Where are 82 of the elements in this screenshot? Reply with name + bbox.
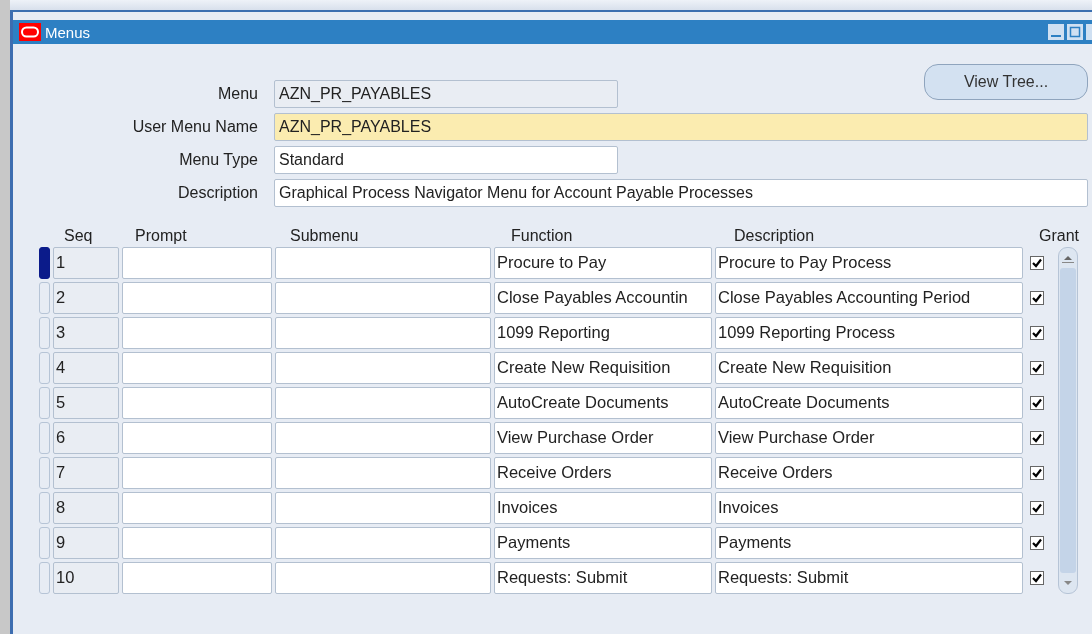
seq-cell[interactable]: 7: [53, 457, 119, 489]
function-cell[interactable]: 1099 Reporting: [494, 317, 712, 349]
grant-checkbox[interactable]: [1030, 536, 1044, 550]
function-cell[interactable]: Procure to Pay: [494, 247, 712, 279]
description-cell[interactable]: Receive Orders: [715, 457, 1023, 489]
grant-checkbox[interactable]: [1030, 571, 1044, 585]
function-cell[interactable]: Invoices: [494, 492, 712, 524]
app-logo-icon: [19, 23, 41, 41]
prompt-cell[interactable]: [122, 282, 272, 314]
text-field[interactable]: Standard: [274, 146, 618, 174]
prompt-cell[interactable]: [122, 422, 272, 454]
description-cell[interactable]: Requests: Submit: [715, 562, 1023, 594]
prompt-cell[interactable]: [122, 352, 272, 384]
submenu-cell[interactable]: [275, 387, 491, 419]
grant-checkbox[interactable]: [1030, 256, 1044, 270]
scroll-thumb[interactable]: [1060, 268, 1076, 573]
column-header: Prompt: [134, 227, 188, 245]
grant-checkbox[interactable]: [1030, 326, 1044, 340]
column-header: Seq: [63, 227, 94, 245]
field-label: User Menu Name: [131, 118, 258, 136]
submenu-cell[interactable]: [275, 562, 491, 594]
grant-checkbox[interactable]: [1030, 466, 1044, 480]
function-cell[interactable]: Create New Requisition: [494, 352, 712, 384]
view-tree-button[interactable]: View Tree...: [924, 64, 1088, 100]
column-header: Description: [733, 227, 816, 245]
seq-cell[interactable]: 4: [53, 352, 119, 384]
function-cell[interactable]: Requests: Submit: [494, 562, 712, 594]
prompt-cell[interactable]: [122, 562, 272, 594]
grant-checkbox[interactable]: [1030, 501, 1044, 515]
text-field[interactable]: AZN_PR_PAYABLES: [274, 80, 618, 108]
scrollbar[interactable]: [1058, 247, 1078, 594]
function-cell[interactable]: Receive Orders: [494, 457, 712, 489]
maximize-icon[interactable]: [1067, 24, 1083, 40]
grant-checkbox[interactable]: [1030, 431, 1044, 445]
function-cell[interactable]: Payments: [494, 527, 712, 559]
submenu-cell[interactable]: [275, 247, 491, 279]
prompt-cell[interactable]: [122, 492, 272, 524]
seq-cell[interactable]: 10: [53, 562, 119, 594]
prompt-cell[interactable]: [122, 457, 272, 489]
description-cell[interactable]: Payments: [715, 527, 1023, 559]
seq-cell[interactable]: 2: [53, 282, 119, 314]
prompt-cell[interactable]: [122, 527, 272, 559]
submenu-cell[interactable]: [275, 422, 491, 454]
seq-cell[interactable]: 1: [53, 247, 119, 279]
grant-checkbox[interactable]: [1030, 396, 1044, 410]
record-indicator[interactable]: [39, 247, 50, 279]
seq-cell[interactable]: 6: [53, 422, 119, 454]
seq-cell[interactable]: 8: [53, 492, 119, 524]
window-title: Menus: [45, 23, 92, 41]
field-label: Menu Type: [178, 151, 258, 169]
field-label: Description: [176, 184, 258, 202]
prompt-cell[interactable]: [122, 317, 272, 349]
column-header: Function: [510, 227, 574, 245]
minimize-icon[interactable]: [1048, 24, 1064, 40]
scroll-up-icon[interactable]: [1061, 254, 1075, 264]
seq-cell[interactable]: 3: [53, 317, 119, 349]
submenu-cell[interactable]: [275, 527, 491, 559]
seq-cell[interactable]: 9: [53, 527, 119, 559]
grant-checkbox[interactable]: [1030, 291, 1044, 305]
submenu-cell[interactable]: [275, 352, 491, 384]
column-header: Submenu: [289, 227, 360, 245]
function-cell[interactable]: AutoCreate Documents: [494, 387, 712, 419]
function-cell[interactable]: View Purchase Order: [494, 422, 712, 454]
description-cell[interactable]: Invoices: [715, 492, 1023, 524]
function-cell[interactable]: Close Payables Accountin: [494, 282, 712, 314]
submenu-cell[interactable]: [275, 492, 491, 524]
description-cell[interactable]: Create New Requisition: [715, 352, 1023, 384]
field-label: Menu: [216, 85, 258, 103]
prompt-cell[interactable]: [122, 247, 272, 279]
submenu-cell[interactable]: [275, 282, 491, 314]
prompt-cell[interactable]: [122, 387, 272, 419]
description-cell[interactable]: Procure to Pay Process: [715, 247, 1023, 279]
description-cell[interactable]: AutoCreate Documents: [715, 387, 1023, 419]
description-cell[interactable]: Close Payables Accounting Period: [715, 282, 1023, 314]
grant-checkbox[interactable]: [1030, 361, 1044, 375]
submenu-cell[interactable]: [275, 317, 491, 349]
text-field[interactable]: AZN_PR_PAYABLES: [274, 113, 1088, 141]
description-cell[interactable]: 1099 Reporting Process: [715, 317, 1023, 349]
description-cell[interactable]: View Purchase Order: [715, 422, 1023, 454]
text-field[interactable]: Graphical Process Navigator Menu for Account Payable Processes: [274, 179, 1088, 207]
seq-cell[interactable]: 5: [53, 387, 119, 419]
submenu-cell[interactable]: [275, 457, 491, 489]
